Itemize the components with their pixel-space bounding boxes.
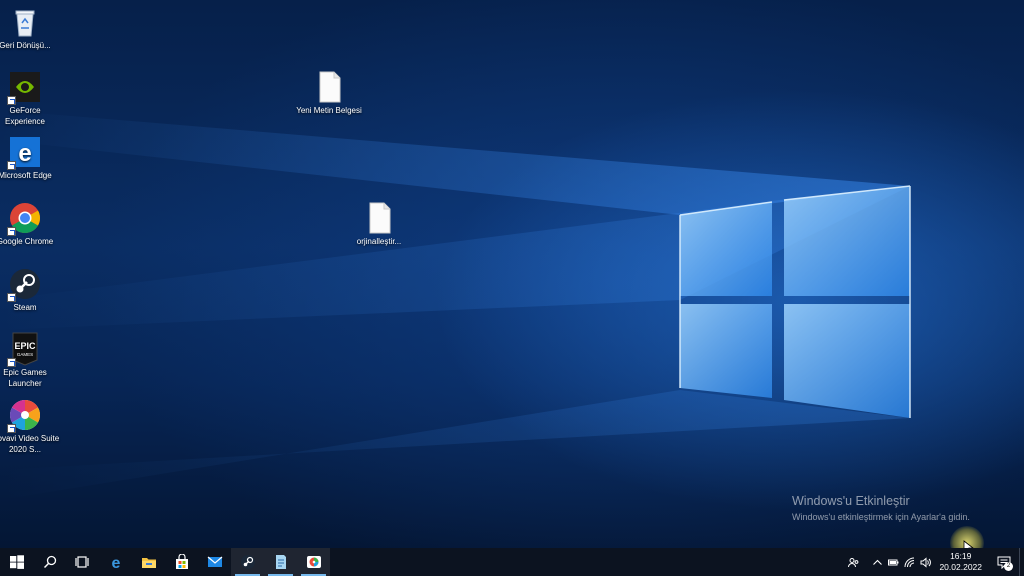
mail-icon <box>207 556 222 567</box>
windows-wallpaper <box>0 110 911 500</box>
clock-date: 20.02.2022 <box>939 562 982 572</box>
battery-button[interactable] <box>885 548 901 576</box>
search-button[interactable] <box>33 548 66 576</box>
epic-games-icon: EPIC GAMES <box>7 332 42 367</box>
task-view-icon <box>74 556 89 568</box>
desktop-icon-label: Yeni Metin Belgesi <box>296 106 362 115</box>
shortcut-arrow-icon <box>7 161 16 170</box>
taskbar-microsoft-store[interactable] <box>165 548 198 576</box>
windows-activation-watermark: Windows'u Etkinleştir Windows'u etkinleş… <box>792 494 970 522</box>
taskbar-movavi[interactable] <box>297 548 330 576</box>
action-center-button[interactable]: 2 <box>989 548 1019 576</box>
shortcut-arrow-icon <box>7 227 16 236</box>
desktop-icon-movavi[interactable]: Movavi Video Suite 2020 S... <box>0 398 61 455</box>
battery-icon <box>887 559 899 565</box>
movavi-icon <box>7 398 42 433</box>
desktop-icon-label: orjinalleştir... <box>356 237 402 246</box>
activation-subtitle: Windows'u etkinleştirmek için Ayarlar'a … <box>792 512 970 522</box>
volume-icon <box>920 556 931 568</box>
recycle-bin-icon <box>8 5 42 39</box>
shortcut-arrow-icon <box>7 293 16 302</box>
start-button[interactable] <box>0 548 33 576</box>
desktop-icon-label: GeForce Experience <box>4 106 46 126</box>
steam-icon <box>7 267 42 302</box>
desktop-icon-chrome[interactable]: Google Chrome <box>0 201 61 248</box>
desktop-icon-label: Movavi Video Suite 2020 S... <box>0 434 60 454</box>
taskbar-file-explorer[interactable] <box>132 548 165 576</box>
file-explorer-icon <box>141 558 156 568</box>
taskbar: e 16:19 20.02.2022 2 <box>0 548 1024 576</box>
taskbar-notepad[interactable] <box>264 548 297 576</box>
geforce-icon <box>7 70 42 105</box>
chrome-icon <box>7 201 42 236</box>
task-view-button[interactable] <box>66 548 99 576</box>
desktop[interactable]: Geri Dönüşü... GeForce Experience e Micr… <box>0 0 1024 548</box>
clock[interactable]: 16:19 20.02.2022 <box>933 551 989 573</box>
text-file-icon <box>362 201 396 235</box>
desktop-icon-orjinallestir[interactable]: orjinalleştir... <box>343 201 415 248</box>
shortcut-arrow-icon <box>7 358 16 367</box>
chevron-up-icon <box>873 559 882 565</box>
desktop-icon-geforce[interactable]: GeForce Experience <box>0 70 61 127</box>
people-button[interactable] <box>845 548 861 576</box>
edge-icon: e <box>7 135 42 170</box>
search-icon <box>43 555 56 569</box>
desktop-icon-epic-games[interactable]: EPIC GAMES Epic Games Launcher <box>0 332 61 389</box>
volume-button[interactable] <box>917 548 933 576</box>
steam-icon <box>240 555 255 569</box>
taskbar-mail[interactable] <box>198 548 231 576</box>
desktop-icon-label: Microsoft Edge <box>0 171 52 180</box>
network-button[interactable] <box>901 548 917 576</box>
notepad-icon <box>275 555 286 569</box>
wifi-icon <box>904 557 915 567</box>
shortcut-arrow-icon <box>7 424 16 433</box>
movavi-icon <box>306 556 321 568</box>
desktop-icon-label: Steam <box>13 303 37 312</box>
taskbar-edge[interactable]: e <box>99 548 132 576</box>
svg-text:e: e <box>111 555 120 570</box>
people-icon <box>847 557 859 567</box>
svg-text:GAMES: GAMES <box>17 352 33 357</box>
text-file-icon <box>312 70 346 104</box>
edge-icon: e <box>111 555 120 570</box>
show-desktop-button[interactable] <box>1019 548 1024 576</box>
desktop-icon-steam[interactable]: Steam <box>0 267 61 314</box>
desktop-icon-label: Google Chrome <box>0 237 54 246</box>
desktop-icon-label: Geri Dönüşü... <box>0 41 51 50</box>
clock-time: 16:19 <box>950 551 972 561</box>
windows-start-icon <box>9 555 24 569</box>
desktop-icon-label: Epic Games Launcher <box>3 368 47 388</box>
system-tray: 16:19 20.02.2022 2 <box>845 548 1024 576</box>
desktop-icon-edge[interactable]: e Microsoft Edge <box>0 135 61 182</box>
show-hidden-icons-button[interactable] <box>869 548 885 576</box>
activation-title: Windows'u Etkinleştir <box>792 494 910 508</box>
svg-text:e: e <box>18 140 31 167</box>
desktop-icon-yeni-metin-belgesi[interactable]: Yeni Metin Belgesi <box>293 70 365 117</box>
svg-text:EPIC: EPIC <box>14 341 36 351</box>
notification-count-badge: 2 <box>1004 562 1013 571</box>
taskbar-steam[interactable] <box>231 548 264 576</box>
desktop-icon-recycle-bin[interactable]: Geri Dönüşü... <box>0 5 61 52</box>
shortcut-arrow-icon <box>7 96 16 105</box>
microsoft-store-icon <box>175 554 188 569</box>
